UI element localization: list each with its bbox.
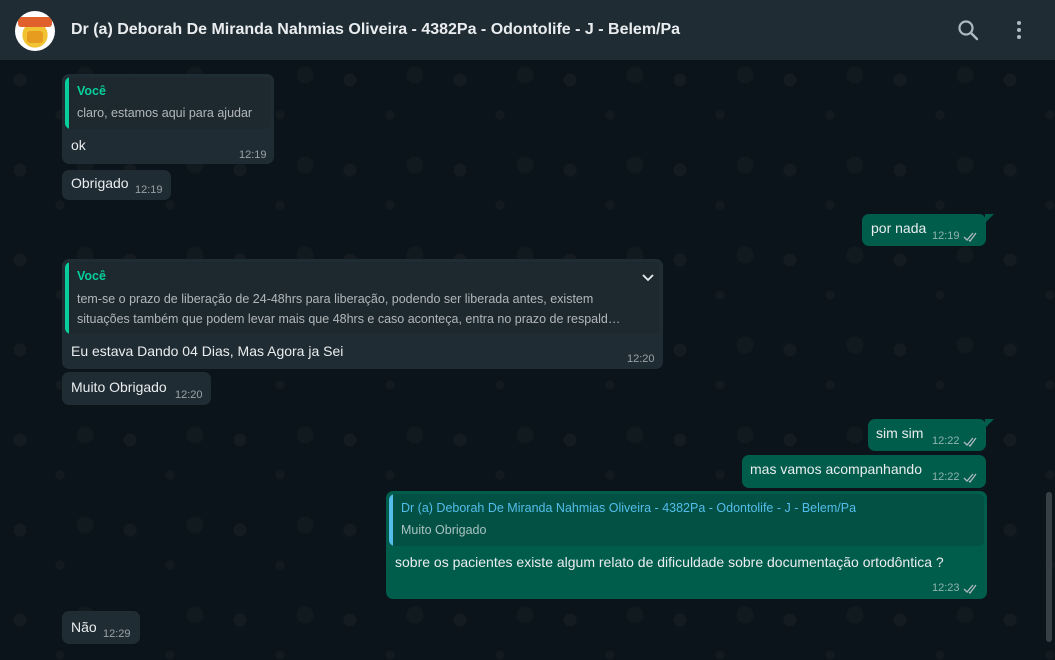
read-receipt-icon — [963, 584, 977, 594]
read-receipt-icon — [963, 473, 977, 483]
more-vertical-icon[interactable] — [1007, 18, 1031, 42]
chat-header: Dr (a) Deborah De Miranda Nahmias Olivei… — [0, 0, 1055, 60]
quote-text-line2: situações também que podem levar mais qu… — [77, 312, 621, 326]
quote-accent-bar — [65, 77, 69, 129]
scrollbar[interactable] — [1046, 492, 1052, 642]
message-text: ok — [71, 137, 86, 153]
quote-author: Você — [77, 84, 106, 98]
time-label: 12:19 — [932, 230, 960, 242]
message-text: sim sim — [876, 425, 924, 441]
time-label: 12:19 — [135, 184, 163, 196]
quoted-message[interactable]: Você claro, estamos aqui para ajudar — [65, 77, 271, 129]
message-bubble-outgoing[interactable]: Dr (a) Deborah De Miranda Nahmias Olivei… — [386, 491, 987, 599]
message-time: 12:20 — [627, 353, 655, 365]
time-label: 12:20 — [627, 353, 655, 365]
contact-name[interactable]: Dr (a) Deborah De Miranda Nahmias Olivei… — [71, 21, 680, 39]
quoted-message[interactable]: Dr (a) Deborah De Miranda Nahmias Olivei… — [389, 494, 984, 546]
message-text: Eu estava Dando 04 Dias, Mas Agora ja Se… — [71, 343, 344, 359]
chevron-down-icon[interactable] — [640, 270, 656, 286]
message-time: 12:23 — [932, 582, 979, 594]
quote-accent-bar — [389, 494, 393, 546]
message-bubble-outgoing[interactable]: mas vamos acompanhando 12:22 — [742, 455, 986, 488]
message-time: 12:20 — [175, 389, 203, 401]
message-time: 12:19 — [135, 184, 163, 196]
time-label: 12:29 — [103, 628, 131, 640]
message-bubble-incoming[interactable]: Obrigado 12:19 — [62, 170, 171, 200]
message-text: Não — [71, 619, 97, 635]
quote-author: Dr (a) Deborah De Miranda Nahmias Olivei… — [401, 501, 857, 515]
time-label: 12:22 — [932, 471, 960, 483]
avatar-logo-shape — [27, 31, 43, 43]
message-text: Muito Obrigado — [71, 379, 167, 395]
quoted-message[interactable]: Você tem-se o prazo de liberação de 24-4… — [65, 262, 660, 334]
quote-text: Muito Obrigado — [401, 523, 487, 537]
quote-text: claro, estamos aqui para ajudar — [77, 106, 253, 120]
message-bubble-outgoing[interactable]: por nada 12:19 — [862, 214, 994, 246]
message-bubble-incoming[interactable]: Não 12:29 — [62, 611, 140, 644]
message-time: 12:19 — [932, 230, 979, 242]
message-bubble-incoming[interactable]: Você tem-se o prazo de liberação de 24-4… — [62, 259, 663, 369]
message-text: Obrigado — [71, 175, 129, 191]
quote-text-line1: tem-se o prazo de liberação de 24-48hrs … — [77, 292, 594, 306]
time-label: 12:23 — [932, 582, 960, 594]
message-list[interactable]: Você claro, estamos aqui para ajudar ok … — [0, 60, 1055, 660]
message-time: 12:29 — [103, 628, 131, 640]
quote-author: Você — [77, 269, 106, 283]
search-icon[interactable] — [956, 18, 980, 42]
message-text: sobre os pacientes existe algum relato d… — [395, 554, 944, 570]
message-text: por nada — [871, 220, 927, 236]
contact-avatar[interactable] — [15, 11, 55, 51]
quote-accent-bar — [65, 262, 69, 334]
message-bubble-incoming[interactable]: Muito Obrigado 12:20 — [62, 372, 211, 405]
message-bubble-incoming[interactable]: Você claro, estamos aqui para ajudar ok … — [62, 74, 274, 164]
message-text: mas vamos acompanhando — [750, 461, 922, 477]
message-bubble-outgoing[interactable]: sim sim 12:22 — [868, 419, 994, 451]
read-receipt-icon — [963, 232, 977, 242]
time-label: 12:22 — [932, 435, 960, 447]
time-label: 12:19 — [239, 149, 267, 161]
read-receipt-icon — [963, 437, 977, 447]
time-label: 12:20 — [175, 389, 203, 401]
message-time: 12:22 — [932, 435, 979, 447]
message-time: 12:22 — [932, 471, 979, 483]
message-time: 12:19 — [239, 149, 267, 161]
avatar-logo-band — [18, 17, 52, 27]
